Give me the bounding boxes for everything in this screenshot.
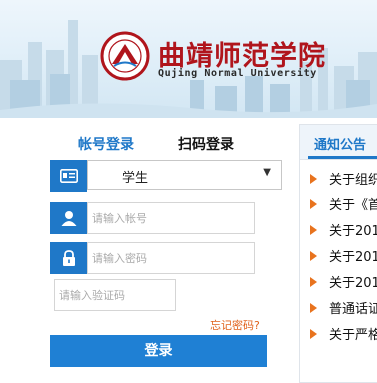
bullet-arrow-icon <box>310 250 317 261</box>
notice-item[interactable]: 关于201 <box>310 220 377 239</box>
lock-icon <box>50 242 87 274</box>
bullet-arrow-icon <box>310 328 317 339</box>
notice-item[interactable]: 关于组织 <box>310 169 377 188</box>
notice-item-text: 关于严格 <box>329 328 377 343</box>
notice-item-text: 关于201 <box>329 224 377 239</box>
notice-title-underline <box>308 156 377 159</box>
login-button[interactable]: 登录 <box>50 335 267 367</box>
captcha-input[interactable]: 请输入验证码 <box>54 279 176 311</box>
bullet-arrow-icon <box>310 224 317 235</box>
password-input[interactable]: 请输入密码 <box>87 242 255 274</box>
user-type-value: 学生 <box>122 171 149 186</box>
school-name-en: Qujing Normal University <box>158 68 317 79</box>
header-banner: 曲靖师范学院 Qujing Normal University <box>0 0 377 118</box>
university-seal-icon <box>100 31 150 81</box>
bullet-arrow-icon <box>310 302 317 313</box>
bullet-arrow-icon <box>310 173 317 184</box>
user-type-select[interactable]: 学生 ▼ <box>87 160 282 190</box>
notice-panel: 通知公告 关于组织 关于《首 关于201 关于201 关于201 普通话证 关于… <box>299 124 377 383</box>
chevron-down-icon: ▼ <box>263 167 271 178</box>
forgot-password-link[interactable]: 忘记密码? <box>210 317 260 333</box>
bullet-arrow-icon <box>310 198 317 209</box>
bullet-arrow-icon <box>310 276 317 287</box>
login-panel: 帐号登录 扫码登录 学生 ▼ 请输入帐号 请输入密码 请输入验证码 忘记密码? … <box>24 124 290 383</box>
notice-item-text: 普通话证 <box>329 302 377 317</box>
id-card-icon <box>50 160 87 192</box>
notice-item-text: 关于《首 <box>329 198 377 213</box>
notice-item[interactable]: 关于201 <box>310 246 377 265</box>
tab-qr-login[interactable]: 扫码登录 <box>178 134 234 154</box>
notice-item-text: 关于201 <box>329 276 377 291</box>
account-input[interactable]: 请输入帐号 <box>87 202 255 234</box>
notice-item[interactable]: 关于严格 <box>310 324 377 343</box>
notice-title: 通知公告 <box>314 138 367 153</box>
notice-item[interactable]: 关于《首 <box>310 194 377 213</box>
notice-item-text: 关于201 <box>329 250 377 265</box>
notice-item[interactable]: 普通话证 <box>310 298 377 317</box>
notice-item[interactable]: 关于201 <box>310 272 377 291</box>
user-icon <box>50 202 87 234</box>
notice-item-text: 关于组织 <box>329 173 377 188</box>
tab-account-login[interactable]: 帐号登录 <box>78 134 134 154</box>
